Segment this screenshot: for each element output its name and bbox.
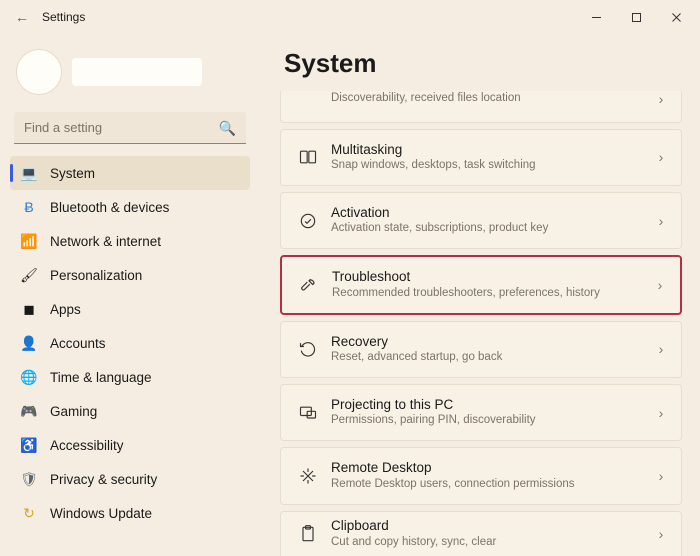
apps-icon: ◼ <box>20 300 38 318</box>
clipboard-icon <box>291 524 325 544</box>
gaming-icon: 🎮 <box>20 402 38 420</box>
sidebar-item-label: Accessibility <box>50 438 124 453</box>
sidebar-item-label: Accounts <box>50 336 106 351</box>
row-title: Activation <box>331 205 651 221</box>
sidebar-item-accounts[interactable]: 👤 Accounts <box>10 326 250 360</box>
sidebar-item-accessibility[interactable]: ♿ Accessibility <box>10 428 250 462</box>
time-language-icon: 🌐 <box>20 368 38 386</box>
back-button[interactable]: ← <box>8 9 36 25</box>
sidebar-item-bluetooth[interactable]: Ƀ Bluetooth & devices <box>10 190 250 224</box>
close-button[interactable] <box>656 2 696 32</box>
activation-icon <box>291 211 325 231</box>
minimize-button[interactable] <box>576 2 616 32</box>
sidebar-item-label: Personalization <box>50 268 142 283</box>
chevron-right-icon: › <box>651 526 671 542</box>
chevron-right-icon: › <box>651 149 671 165</box>
chevron-right-icon: › <box>651 341 671 357</box>
row-title: Clipboard <box>331 518 651 534</box>
accessibility-icon: ♿ <box>20 436 38 454</box>
row-title: Troubleshoot <box>332 269 650 285</box>
row-title: Remote Desktop <box>331 460 651 476</box>
sidebar-item-gaming[interactable]: 🎮 Gaming <box>10 394 250 428</box>
row-recovery[interactable]: Recovery Reset, advanced startup, go bac… <box>280 321 682 378</box>
row-subtitle: Snap windows, desktops, task switching <box>331 159 651 173</box>
row-subtitle: Discoverability, received files location <box>331 92 651 106</box>
row-subtitle: Cut and copy history, sync, clear <box>331 536 651 550</box>
chevron-right-icon: › <box>650 277 670 293</box>
row-clipboard[interactable]: Clipboard Cut and copy history, sync, cl… <box>280 511 682 556</box>
sidebar-item-system[interactable]: 💻 System <box>10 156 250 190</box>
row-multitasking[interactable]: Multitasking Snap windows, desktops, tas… <box>280 129 682 186</box>
row-troubleshoot[interactable]: Troubleshoot Recommended troubleshooters… <box>280 255 682 314</box>
row-projecting[interactable]: Projecting to this PC Permissions, pairi… <box>280 384 682 441</box>
sidebar-item-label: Gaming <box>50 404 97 419</box>
sidebar-item-privacy-security[interactable]: 🛡 Privacy & security <box>10 462 250 496</box>
row-title: Recovery <box>331 334 651 350</box>
sidebar-item-label: Time & language <box>50 370 152 385</box>
search-input[interactable] <box>14 112 246 144</box>
maximize-button[interactable] <box>616 2 656 32</box>
troubleshoot-icon <box>292 275 326 295</box>
accounts-icon: 👤 <box>20 334 38 352</box>
sidebar-item-label: System <box>50 166 95 181</box>
account-profile[interactable] <box>10 44 250 100</box>
sidebar-item-personalization[interactable]: 🖌 Personalization <box>10 258 250 292</box>
sidebar-item-label: Network & internet <box>50 234 161 249</box>
network-icon: 📶 <box>20 232 38 250</box>
sidebar-item-label: Windows Update <box>50 506 152 521</box>
sidebar-item-apps[interactable]: ◼ Apps <box>10 292 250 326</box>
profile-name-placeholder <box>72 58 202 86</box>
row-subtitle: Recommended troubleshooters, preferences… <box>332 287 650 301</box>
row-title: Multitasking <box>331 142 651 158</box>
sidebar-item-label: Bluetooth & devices <box>50 200 169 215</box>
search-icon: 🔍 <box>219 120 236 137</box>
sidebar-item-windows-update[interactable]: ↻ Windows Update <box>10 496 250 530</box>
system-icon: 💻 <box>20 164 38 182</box>
row-remote-desktop[interactable]: Remote Desktop Remote Desktop users, con… <box>280 447 682 504</box>
sidebar-item-label: Privacy & security <box>50 472 157 487</box>
windows-update-icon: ↻ <box>20 504 38 522</box>
chevron-right-icon: › <box>651 91 671 107</box>
projecting-icon <box>291 403 325 423</box>
row-nearby-sharing[interactable]: Discoverability, received files location… <box>280 91 682 123</box>
row-title: Projecting to this PC <box>331 397 651 413</box>
row-subtitle: Activation state, subscriptions, product… <box>331 222 651 236</box>
sidebar-item-network[interactable]: 📶 Network & internet <box>10 224 250 258</box>
page-title: System <box>284 48 682 79</box>
chevron-right-icon: › <box>651 405 671 421</box>
row-subtitle: Reset, advanced startup, go back <box>331 351 651 365</box>
sidebar-item-time-language[interactable]: 🌐 Time & language <box>10 360 250 394</box>
multitasking-icon <box>291 147 325 167</box>
sidebar-item-label: Apps <box>50 302 81 317</box>
chevron-right-icon: › <box>651 213 671 229</box>
row-subtitle: Permissions, pairing PIN, discoverabilit… <box>331 414 651 428</box>
chevron-right-icon: › <box>651 468 671 484</box>
bluetooth-icon: Ƀ <box>20 198 38 216</box>
row-subtitle: Remote Desktop users, connection permiss… <box>331 478 651 492</box>
remote-desktop-icon <box>291 466 325 486</box>
row-activation[interactable]: Activation Activation state, subscriptio… <box>280 192 682 249</box>
app-title: Settings <box>42 10 85 24</box>
personalization-icon: 🖌 <box>20 266 38 284</box>
avatar <box>16 49 62 95</box>
recovery-icon <box>291 339 325 359</box>
privacy-icon: 🛡 <box>20 470 38 488</box>
